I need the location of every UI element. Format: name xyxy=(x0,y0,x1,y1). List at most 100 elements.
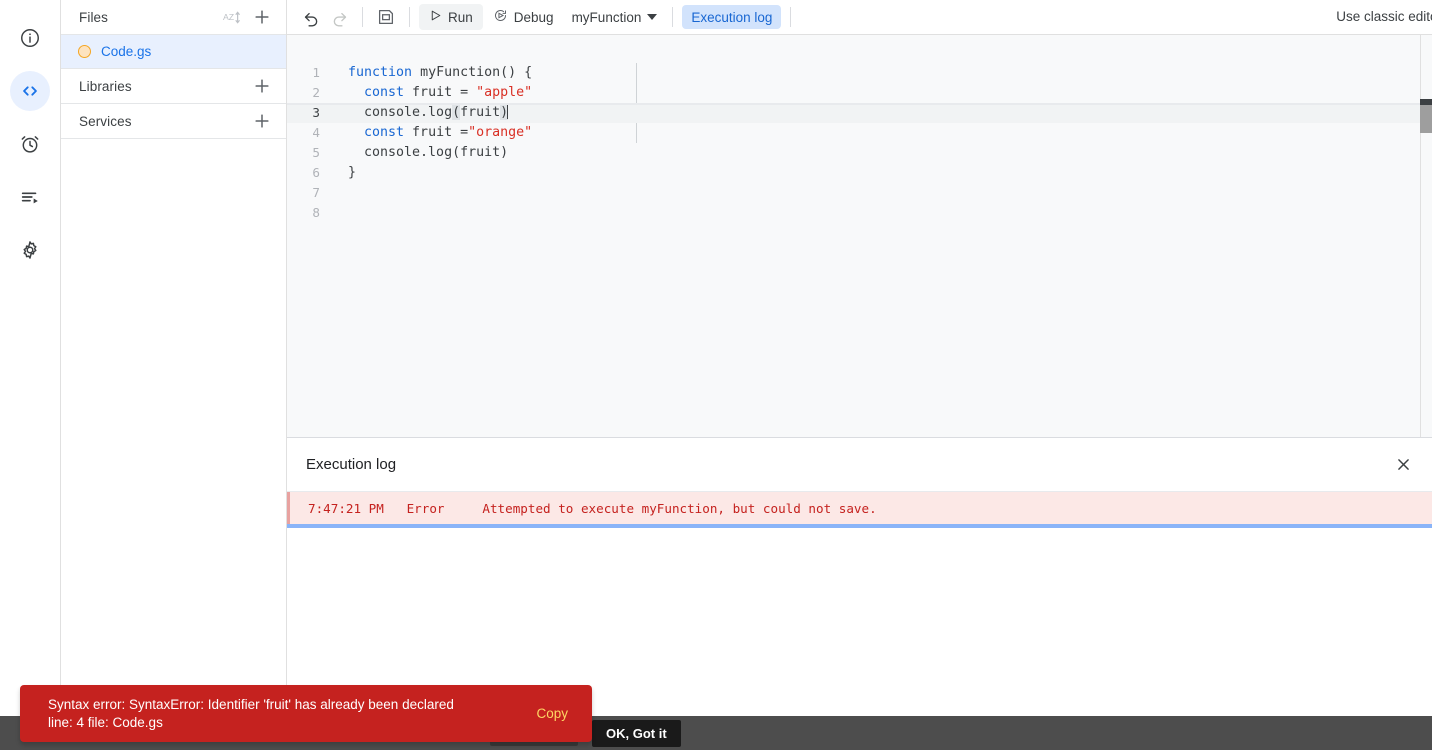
run-label: Run xyxy=(448,9,473,25)
code-line[interactable]: 3 console.log(fruit) xyxy=(287,103,1432,123)
gear-icon xyxy=(19,239,41,261)
add-file-button[interactable] xyxy=(250,5,274,29)
sidebar-item-triggers[interactable] xyxy=(10,124,50,164)
chevron-down-icon xyxy=(647,14,658,20)
use-classic-editor-link[interactable]: Use classic editor xyxy=(1336,9,1432,24)
code-line[interactable]: 1 function myFunction() { xyxy=(287,63,1432,83)
add-service-button[interactable] xyxy=(250,109,274,133)
code-lines[interactable]: 1 function myFunction() {2 const fruit = … xyxy=(287,35,1432,223)
snackbar-message-line1: Syntax error: SyntaxError: Identifier 'f… xyxy=(48,696,454,712)
function-select[interactable]: myFunction xyxy=(564,4,664,30)
sidebar-item-overview[interactable] xyxy=(10,18,50,58)
snackbar-message: Syntax error: SyntaxError: Identifier 'f… xyxy=(48,696,522,732)
editor-toolbar: Run Debug myFunction Execution log Use c… xyxy=(287,0,1432,35)
code-token: } xyxy=(348,165,357,180)
code-token: ( xyxy=(452,105,461,120)
code-token: console.log(fruit) xyxy=(348,145,509,160)
code-text[interactable]: } xyxy=(332,163,356,183)
execution-log-header: Execution log xyxy=(287,438,1432,492)
tab-execution-log[interactable]: Execution log xyxy=(682,5,782,29)
toolbar-divider-3 xyxy=(672,7,674,27)
editor-scrollbar[interactable] xyxy=(1420,35,1432,437)
code-line[interactable]: 7 xyxy=(287,183,1432,203)
ok-got-it-button[interactable]: OK, Got it xyxy=(592,719,681,747)
code-text[interactable]: const fruit = "apple" xyxy=(332,83,532,103)
debug-icon xyxy=(493,8,508,26)
file-name-label: Code.gs xyxy=(101,44,152,59)
save-button[interactable] xyxy=(372,3,400,31)
info-icon xyxy=(19,27,41,49)
libraries-title: Libraries xyxy=(79,78,132,94)
code-text[interactable]: console.log(fruit) xyxy=(332,143,508,163)
code-token: fruit = xyxy=(404,125,469,140)
error-snackbar: Syntax error: SyntaxError: Identifier 'f… xyxy=(20,685,592,742)
copy-button[interactable]: Copy xyxy=(522,698,582,729)
line-number: 1 xyxy=(312,65,320,80)
line-number: 6 xyxy=(312,165,320,180)
code-text[interactable]: console.log(fruit) xyxy=(332,103,509,123)
code-text[interactable] xyxy=(332,203,348,223)
text-cursor xyxy=(507,104,509,119)
files-title: Files xyxy=(79,9,109,25)
project-sidebar: Files AZ Code.gs Libraries Services xyxy=(61,0,287,750)
toolbar-divider-1 xyxy=(362,7,363,27)
debug-button[interactable]: Debug xyxy=(483,4,564,30)
code-icon xyxy=(19,80,41,102)
services-title: Services xyxy=(79,113,132,129)
undo-button[interactable] xyxy=(297,3,325,31)
table-row: 7:47:21 PM Error Attempted to execute my… xyxy=(287,492,1432,524)
line-number: 7 xyxy=(312,185,320,200)
executions-icon xyxy=(19,186,41,208)
line-number: 8 xyxy=(312,205,320,220)
line-number: 2 xyxy=(312,85,320,100)
libraries-section-header[interactable]: Libraries xyxy=(61,69,286,104)
sidebar-item-editor[interactable] xyxy=(10,71,50,111)
code-line[interactable]: 6} xyxy=(287,163,1432,183)
code-token: const xyxy=(364,85,405,100)
alarm-clock-icon xyxy=(19,133,41,155)
line-number: 4 xyxy=(312,125,320,140)
sidebar-item-executions[interactable] xyxy=(10,177,50,217)
code-text[interactable]: function myFunction() { xyxy=(332,63,532,83)
code-text[interactable] xyxy=(332,183,348,203)
code-token: console.log xyxy=(348,105,453,120)
code-token: const xyxy=(364,125,405,140)
code-token: fruit = xyxy=(404,85,477,100)
play-icon xyxy=(429,9,442,25)
code-line[interactable]: 8 xyxy=(287,203,1432,223)
services-section-header[interactable]: Services xyxy=(61,104,286,139)
code-token: "orange" xyxy=(468,125,533,140)
code-token: myFunction() { xyxy=(420,65,533,80)
toolbar-divider-4 xyxy=(790,7,792,27)
scrollbar-thumb[interactable] xyxy=(1420,105,1432,133)
toolbar-divider-2 xyxy=(409,7,410,27)
close-icon[interactable] xyxy=(1390,452,1416,478)
sort-az-icon[interactable]: AZ xyxy=(218,5,242,29)
files-section-header: Files AZ xyxy=(61,0,286,35)
code-line[interactable]: 5 console.log(fruit) xyxy=(287,143,1432,163)
code-editor[interactable]: 1 function myFunction() {2 const fruit = … xyxy=(287,35,1432,437)
add-library-button[interactable] xyxy=(250,74,274,98)
list-item[interactable]: Code.gs xyxy=(61,35,286,69)
execution-log-title: Execution log xyxy=(306,456,397,473)
snackbar-message-line2: line: 4 file: Code.gs xyxy=(48,714,163,730)
debug-label: Debug xyxy=(513,9,554,25)
line-number: 3 xyxy=(312,105,320,120)
file-status-icon xyxy=(78,45,91,58)
code-line[interactable]: 2 const fruit = "apple" xyxy=(287,83,1432,103)
code-text[interactable]: const fruit ="orange" xyxy=(332,123,532,143)
function-select-value: myFunction xyxy=(571,9,642,25)
code-token: fruit xyxy=(460,105,501,120)
apps-script-editor-window: Files AZ Code.gs Libraries Services Run … xyxy=(0,0,1432,750)
sidebar-item-settings[interactable] xyxy=(10,230,50,270)
code-token: function xyxy=(348,65,421,80)
code-line[interactable]: 4 const fruit ="orange" xyxy=(287,123,1432,143)
run-button[interactable]: Run xyxy=(419,4,483,30)
line-number: 5 xyxy=(312,145,320,160)
left-icon-rail xyxy=(0,0,61,750)
svg-text:AZ: AZ xyxy=(222,11,234,21)
redo-button[interactable] xyxy=(325,3,353,31)
log-progress-bar xyxy=(287,524,1432,528)
